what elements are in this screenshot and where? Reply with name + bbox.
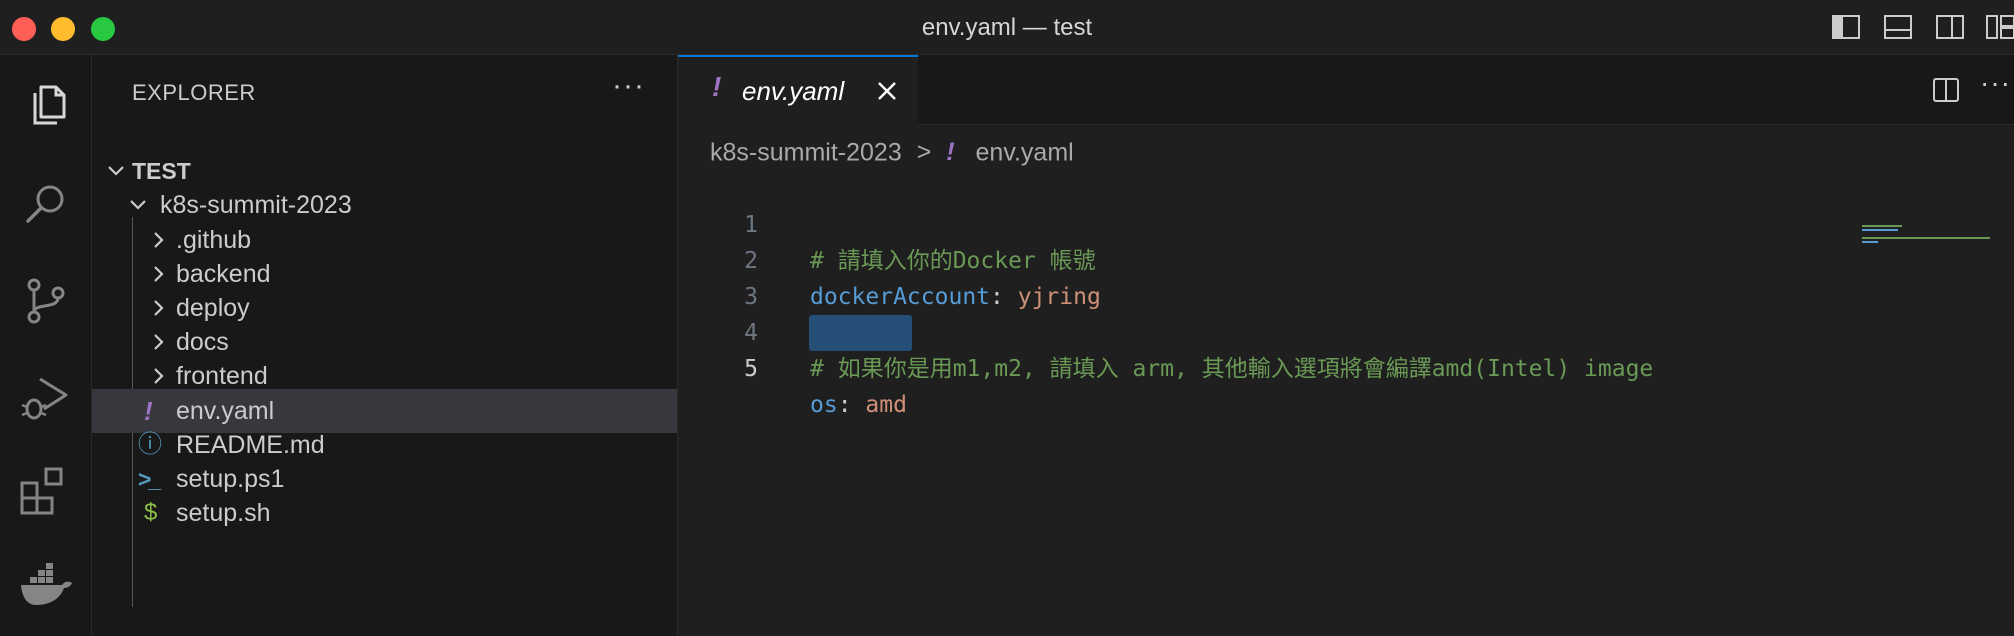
- explorer-title: EXPLORER: [132, 80, 256, 105]
- yaml-colon: :: [837, 392, 866, 418]
- line-number: 5: [744, 356, 758, 382]
- minimap[interactable]: [1862, 167, 2002, 247]
- toggle-panel-icon[interactable]: [1883, 13, 1913, 41]
- breadcrumb: k8s-summit-2023 > ! env.yaml: [710, 131, 1074, 171]
- code-line[interactable]: 4 # 如果你是用m1,m2, 請填入 arm, 其他輸入選項將會編譯amd(I…: [678, 279, 1653, 382]
- explorer-more-actions-button[interactable]: ···: [612, 69, 645, 103]
- yaml-key: os: [810, 392, 838, 418]
- code-line-active[interactable]: 5 os: amd: [678, 315, 907, 418]
- yaml-comment: # 請填入你的Docker 帳號: [810, 248, 1096, 274]
- tab-strip: ! env.yaml ···: [678, 55, 2014, 125]
- customize-layout-icon[interactable]: [1985, 13, 2014, 41]
- yaml-comment: # 如果你是用m1,m2, 請填入 arm, 其他輸入選項將會編譯amd(Int…: [810, 356, 1654, 382]
- yaml-entry: os: amd: [810, 387, 907, 423]
- yaml-value: yjring: [1017, 284, 1101, 310]
- breadcrumb-folder[interactable]: k8s-summit-2023: [710, 138, 902, 166]
- code-line[interactable]: 1 # 請填入你的Docker 帳號: [678, 171, 1095, 274]
- tab-env-yaml[interactable]: ! env.yaml: [678, 55, 918, 125]
- yaml-value: amd: [865, 392, 907, 418]
- docker-icon[interactable]: [16, 557, 76, 617]
- window-title: env.yaml — test: [921, 14, 1093, 41]
- breadcrumb-file[interactable]: env.yaml: [976, 138, 1074, 166]
- search-icon[interactable]: [16, 175, 76, 235]
- code-line[interactable]: 3: [678, 243, 758, 310]
- editor-more-actions-button[interactable]: ···: [1980, 67, 2011, 99]
- file-label: setup.sh: [176, 499, 271, 527]
- yaml-file-icon: !: [712, 71, 722, 102]
- yaml-file-icon: !: [946, 138, 955, 167]
- text-selection: [809, 315, 912, 351]
- explorer-icon[interactable]: [16, 75, 76, 135]
- split-editor-icon[interactable]: [1932, 76, 1960, 104]
- run-debug-icon[interactable]: [16, 367, 76, 427]
- toggle-primary-sidebar-icon[interactable]: [1831, 13, 1861, 41]
- close-icon[interactable]: [874, 78, 900, 104]
- minimap-line: [1862, 229, 1898, 231]
- source-control-icon[interactable]: [16, 271, 76, 331]
- explorer-sidebar: EXPLORER ··· TEST k8s-summit-2023 .githu…: [92, 55, 678, 636]
- yaml-colon: :: [990, 284, 1018, 310]
- tab-label: env.yaml: [742, 76, 845, 106]
- editor-area: ! env.yaml ··· k8s-summit-2023 > ! env.y…: [678, 55, 2014, 636]
- breadcrumb-separator: >: [916, 138, 932, 167]
- yaml-key: dockerAccount: [810, 284, 991, 310]
- extensions-icon[interactable]: [16, 461, 76, 521]
- toggle-secondary-sidebar-icon[interactable]: [1935, 13, 1965, 41]
- minimap-line: [1862, 241, 1878, 243]
- yaml-entry: dockerAccount: yjring: [810, 279, 1101, 315]
- activity-bar: [0, 55, 92, 636]
- file-setup-sh[interactable]: $ setup.sh: [92, 491, 677, 535]
- shell-file-icon: $: [144, 499, 158, 526]
- title-bar: env.yaml — test: [0, 0, 2014, 55]
- minimap-line: [1862, 225, 1902, 227]
- code-line[interactable]: 2 dockerAccount: yjring: [678, 207, 1101, 310]
- minimap-line: [1862, 237, 1990, 239]
